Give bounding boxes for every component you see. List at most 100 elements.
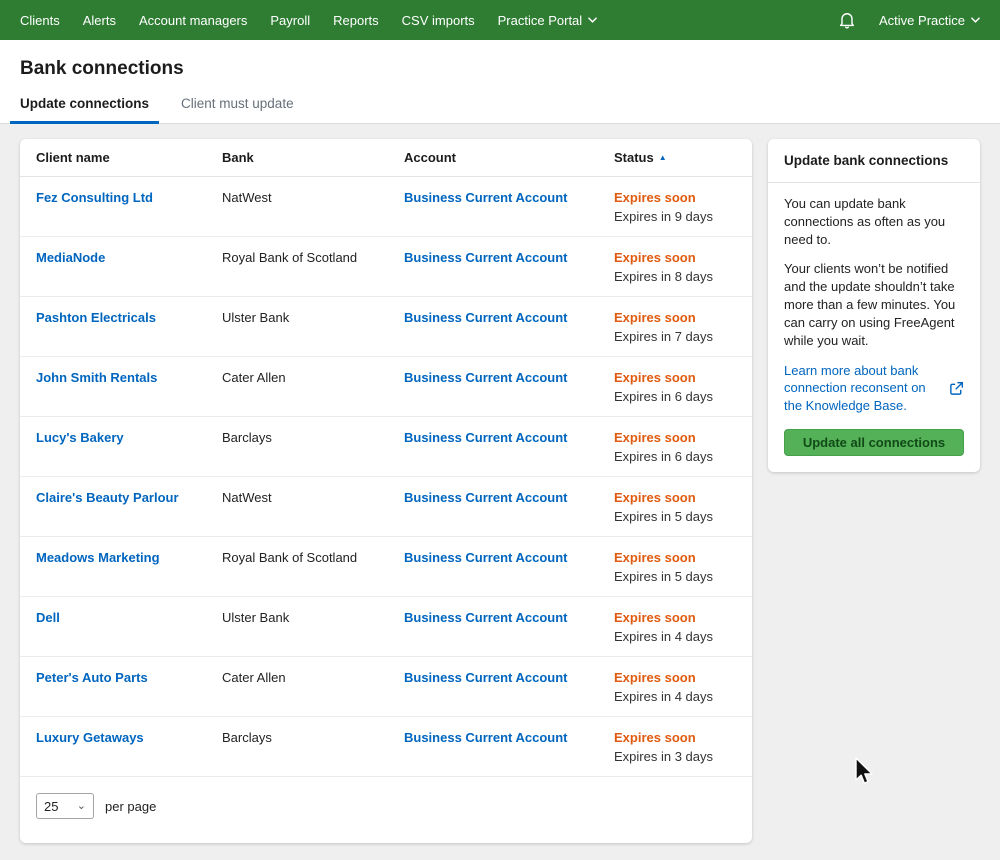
status-badge: Expires soon — [614, 430, 736, 445]
nav-item-label: Clients — [20, 13, 60, 28]
status-detail: Expires in 4 days — [614, 689, 736, 704]
status-badge: Expires soon — [614, 370, 736, 385]
update-all-connections-button[interactable]: Update all connections — [784, 429, 964, 456]
client-name-link[interactable]: John Smith Rentals — [36, 370, 157, 385]
nav-item-label: Practice Portal — [498, 13, 583, 28]
bank-name: Ulster Bank — [222, 310, 404, 325]
tabs: Update connections Client must update — [0, 96, 1000, 124]
table-row: Meadows Marketing Royal Bank of Scotland… — [20, 537, 752, 597]
client-name-link[interactable]: Fez Consulting Ltd — [36, 190, 153, 205]
pagination: 25 ⌄ per page — [20, 777, 752, 843]
update-bank-connections-panel: Update bank connections You can update b… — [768, 139, 980, 472]
chevron-down-icon — [588, 17, 597, 23]
nav-item-practice-portal[interactable]: Practice Portal — [498, 13, 598, 28]
active-practice-menu[interactable]: Active Practice — [879, 13, 980, 28]
table-row: Claire's Beauty Parlour NatWest Business… — [20, 477, 752, 537]
status-cell: Expires soon Expires in 6 days — [614, 430, 736, 464]
status-badge: Expires soon — [614, 310, 736, 325]
status-detail: Expires in 9 days — [614, 209, 736, 224]
account-link[interactable]: Business Current Account — [404, 610, 568, 625]
column-header-status-label: Status — [614, 150, 654, 165]
client-name-link[interactable]: Dell — [36, 610, 60, 625]
status-detail: Expires in 7 days — [614, 329, 736, 344]
table-row: John Smith Rentals Cater Allen Business … — [20, 357, 752, 417]
nav-item-alerts[interactable]: Alerts — [83, 13, 116, 28]
per-page-select[interactable]: 25 ⌄ — [36, 793, 94, 819]
table-row: Luxury Getaways Barclays Business Curren… — [20, 717, 752, 777]
bank-name: Ulster Bank — [222, 610, 404, 625]
status-badge: Expires soon — [614, 670, 736, 685]
column-header-client-name[interactable]: Client name — [36, 150, 222, 165]
knowledge-base-link[interactable]: Learn more about bank connection reconse… — [784, 362, 941, 416]
column-header-status[interactable]: Status ▲ — [614, 150, 736, 165]
status-cell: Expires soon Expires in 8 days — [614, 250, 736, 284]
account-link[interactable]: Business Current Account — [404, 370, 568, 385]
account-link[interactable]: Business Current Account — [404, 250, 568, 265]
nav-item-label: CSV imports — [402, 13, 475, 28]
per-page-value: 25 — [44, 799, 58, 814]
per-page-label: per page — [105, 799, 156, 814]
tab-update-connections[interactable]: Update connections — [10, 96, 159, 123]
status-cell: Expires soon Expires in 3 days — [614, 730, 736, 764]
account-link[interactable]: Business Current Account — [404, 190, 568, 205]
client-name-link[interactable]: Pashton Electricals — [36, 310, 156, 325]
panel-title: Update bank connections — [768, 139, 980, 183]
table-row: Lucy's Bakery Barclays Business Current … — [20, 417, 752, 477]
status-cell: Expires soon Expires in 4 days — [614, 670, 736, 704]
table-row: Peter's Auto Parts Cater Allen Business … — [20, 657, 752, 717]
table-header-row: Client name Bank Account Status ▲ — [20, 139, 752, 177]
status-detail: Expires in 3 days — [614, 749, 736, 764]
bank-name: Cater Allen — [222, 670, 404, 685]
status-detail: Expires in 5 days — [614, 509, 736, 524]
connections-table-card: Client name Bank Account Status ▲ Fez Con… — [20, 139, 752, 843]
bank-name: Royal Bank of Scotland — [222, 550, 404, 565]
status-cell: Expires soon Expires in 6 days — [614, 370, 736, 404]
main-content: Client name Bank Account Status ▲ Fez Con… — [0, 124, 1000, 858]
table-row: Pashton Electricals Ulster Bank Business… — [20, 297, 752, 357]
nav-right: Active Practice — [837, 10, 980, 30]
knowledge-base-link-row: Learn more about bank connection reconse… — [784, 362, 964, 416]
tab-client-must-update[interactable]: Client must update — [171, 96, 304, 123]
chevron-down-icon: ⌄ — [77, 801, 86, 812]
nav-item-reports[interactable]: Reports — [333, 13, 379, 28]
chevron-down-icon — [971, 17, 980, 23]
client-name-link[interactable]: Claire's Beauty Parlour — [36, 490, 179, 505]
nav-item-account-managers[interactable]: Account managers — [139, 13, 247, 28]
client-name-link[interactable]: Luxury Getaways — [36, 730, 144, 745]
account-link[interactable]: Business Current Account — [404, 310, 568, 325]
account-link[interactable]: Business Current Account — [404, 550, 568, 565]
status-badge: Expires soon — [614, 250, 736, 265]
nav-item-label: Account managers — [139, 13, 247, 28]
status-detail: Expires in 6 days — [614, 449, 736, 464]
sort-ascending-icon: ▲ — [659, 153, 667, 162]
notifications-bell-icon[interactable] — [837, 10, 857, 30]
client-name-link[interactable]: Meadows Marketing — [36, 550, 160, 565]
page-header: Bank connections Update connections Clie… — [0, 40, 1000, 124]
status-cell: Expires soon Expires in 5 days — [614, 550, 736, 584]
client-name-link[interactable]: Lucy's Bakery — [36, 430, 124, 445]
status-cell: Expires soon Expires in 7 days — [614, 310, 736, 344]
nav-item-label: Reports — [333, 13, 379, 28]
nav-item-csv-imports[interactable]: CSV imports — [402, 13, 475, 28]
account-link[interactable]: Business Current Account — [404, 730, 568, 745]
account-link[interactable]: Business Current Account — [404, 430, 568, 445]
bank-name: NatWest — [222, 190, 404, 205]
table-body: Fez Consulting Ltd NatWest Business Curr… — [20, 177, 752, 777]
status-badge: Expires soon — [614, 490, 736, 505]
bank-name: Cater Allen — [222, 370, 404, 385]
nav-item-clients[interactable]: Clients — [20, 13, 60, 28]
client-name-link[interactable]: MediaNode — [36, 250, 105, 265]
top-nav: Clients Alerts Account managers Payroll … — [0, 0, 1000, 40]
client-name-link[interactable]: Peter's Auto Parts — [36, 670, 148, 685]
page-title: Bank connections — [20, 58, 980, 80]
column-header-account[interactable]: Account — [404, 150, 614, 165]
account-link[interactable]: Business Current Account — [404, 670, 568, 685]
account-link[interactable]: Business Current Account — [404, 490, 568, 505]
active-practice-label: Active Practice — [879, 13, 965, 28]
nav-item-label: Alerts — [83, 13, 116, 28]
bank-name: Barclays — [222, 430, 404, 445]
nav-menu: Clients Alerts Account managers Payroll … — [20, 13, 597, 28]
panel-paragraph: Your clients won’t be notified and the u… — [784, 260, 964, 350]
nav-item-payroll[interactable]: Payroll — [270, 13, 310, 28]
column-header-bank[interactable]: Bank — [222, 150, 404, 165]
